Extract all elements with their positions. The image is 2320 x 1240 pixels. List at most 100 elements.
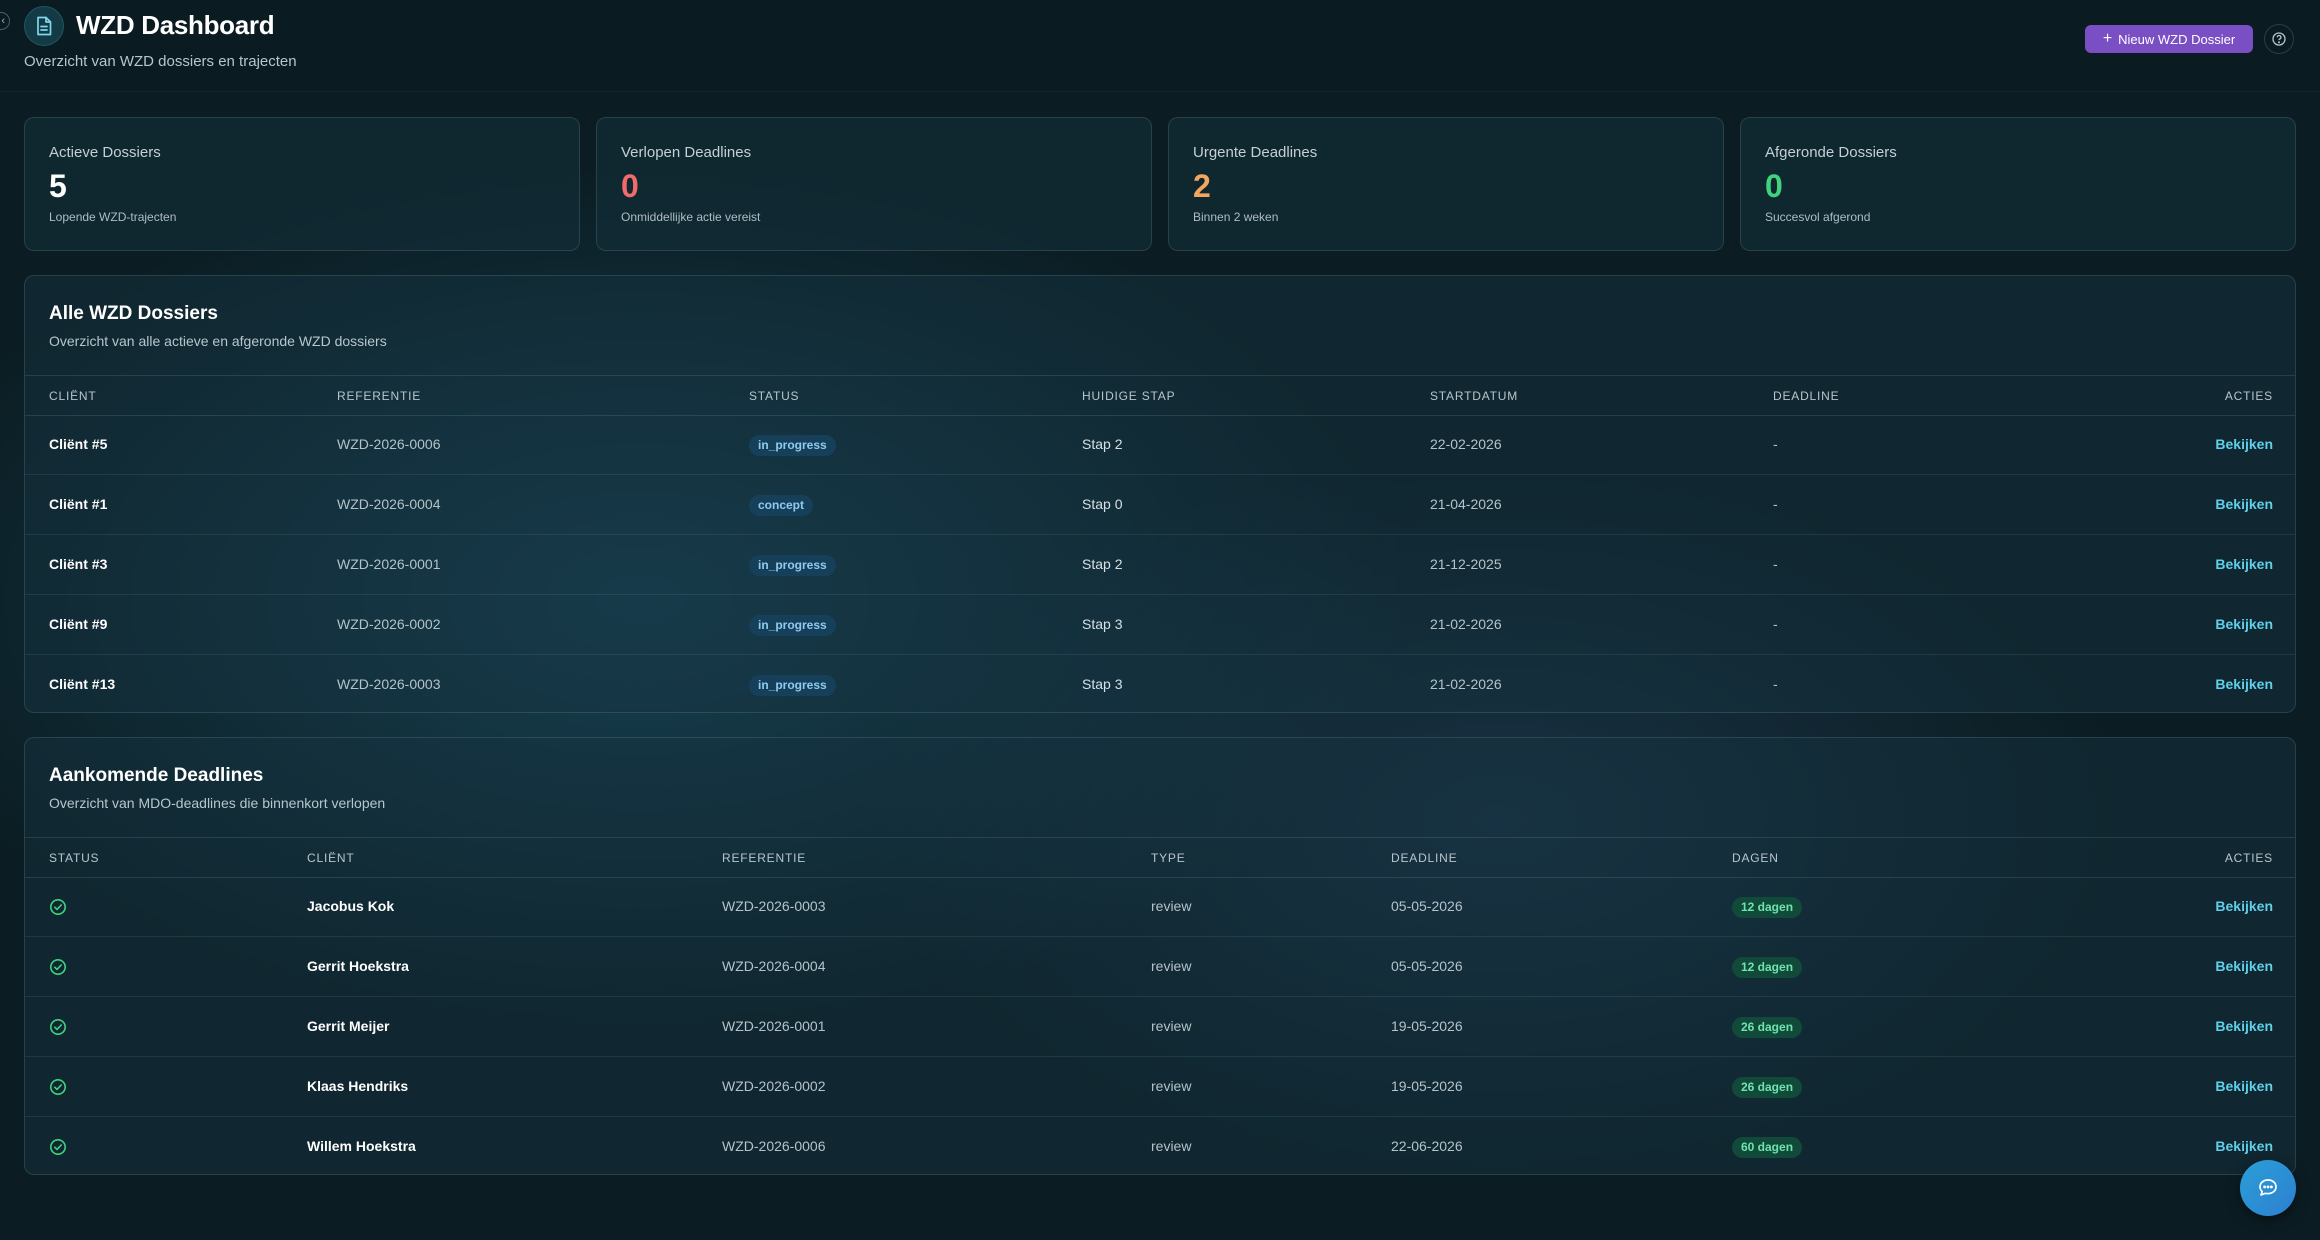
stat-value: 0 [1765,168,1783,204]
reference: WZD-2026-0004 [722,958,826,974]
deadline: 19-05-2026 [1391,1078,1463,1094]
dossiers-title: Alle WZD Dossiers [49,303,218,324]
view-link[interactable]: Bekijken [2215,1078,2273,1094]
stat-label: Verlopen Deadlines [621,144,752,161]
stat-card-overdue: Verlopen Deadlines 0 Onmiddellijke actie… [596,117,1152,251]
check-circle-icon [49,1138,67,1156]
table-row: Klaas Hendriks WZD-2026-0002 review 19-05-2… [25,1058,2295,1117]
column-header: Referentie [722,851,807,865]
column-header: Cliënt [49,389,97,403]
table-row: Cliënt #3 WZD-2026-0001 in_progress Stap 2 2… [25,536,2295,595]
status-badge: concept [749,495,814,516]
stat-value: 2 [1193,168,1211,204]
column-header: Cliënt [307,851,355,865]
reference: WZD-2026-0001 [722,1018,826,1034]
current-step: Stap 0 [1082,496,1123,512]
stat-card-urgent: Urgente Deadlines 2 Binnen 2 weken [1168,117,1724,251]
stat-card-completed: Afgeronde Dossiers 0 Succesvol afgerond [1740,117,2296,251]
status-badge: in_progress [749,675,836,696]
check-circle-icon [49,1078,67,1096]
deadlines-table-header: Status Cliënt Referentie Type Deadline D… [25,837,2295,878]
type: review [1151,898,1192,914]
current-step: Stap 3 [1082,616,1123,632]
client-name: Cliënt #5 [49,436,108,452]
dossiers-panel: Alle WZD Dossiers Overzicht van alle act… [24,275,2296,713]
column-header: Acties [2224,389,2273,403]
check-circle-icon [49,898,67,916]
view-link[interactable]: Bekijken [2215,676,2273,692]
check-circle-icon [49,1018,67,1036]
view-link[interactable]: Bekijken [2215,1138,2273,1154]
type: review [1151,1078,1192,1094]
dossiers-subtitle: Overzicht van alle actieve en afgeronde … [49,333,387,349]
check-circle-icon [49,958,67,976]
view-link[interactable]: Bekijken [2215,958,2273,974]
deadline: - [1773,616,1778,632]
stat-desc: Binnen 2 weken [1193,210,1279,224]
deadline: 05-05-2026 [1391,958,1463,974]
start-date: 22-02-2026 [1430,436,1502,452]
client-name: Klaas Hendriks [307,1078,409,1094]
deadlines-panel: Aankomende Deadlines Overzicht van MDO-d… [24,737,2296,1175]
view-link[interactable]: Bekijken [2215,556,2273,572]
start-date: 21-02-2026 [1430,616,1502,632]
document-icon [24,6,64,46]
page-header: ‹ WZD Dashboard Overzicht van WZD dossie… [0,0,2320,92]
new-dossier-label: Nieuw WZD Dossier [2118,31,2236,47]
chat-button[interactable] [2240,1160,2296,1216]
days-badge: 12 dagen [1732,897,1803,918]
client-name: Gerrit Meijer [307,1018,390,1034]
table-row: Cliënt #9 WZD-2026-0002 in_progress Stap 3 2… [25,596,2295,655]
view-link[interactable]: Bekijken [2215,496,2273,512]
reference: WZD-2026-0004 [337,496,441,512]
page-title: WZD Dashboard [76,10,275,40]
reference: WZD-2026-0003 [722,898,826,914]
days-badge: 12 dagen [1732,957,1803,978]
table-row: Cliënt #1 WZD-2026-0004 concept Stap 0 21-04… [25,476,2295,535]
reference: WZD-2026-0003 [337,676,441,692]
type: review [1151,1018,1192,1034]
table-row: Cliënt #13 WZD-2026-0003 in_progress Stap 3… [25,656,2295,712]
reference: WZD-2026-0001 [337,556,441,572]
deadlines-title: Aankomende Deadlines [49,765,264,786]
start-date: 21-04-2026 [1430,496,1502,512]
view-link[interactable]: Bekijken [2215,1018,2273,1034]
start-date: 21-12-2025 [1430,556,1502,572]
deadline: - [1773,436,1778,452]
deadline: - [1773,496,1778,512]
column-header: Status [749,389,800,403]
column-header: Acties [2224,851,2273,865]
help-circle-icon[interactable] [2264,24,2294,54]
stat-desc: Onmiddellijke actie vereist [621,210,761,224]
new-dossier-button[interactable]: + Nieuw WZD Dossier [2085,25,2253,53]
client-name: Gerrit Hoekstra [307,958,409,974]
view-link[interactable]: Bekijken [2215,898,2273,914]
client-name: Jacobus Kok [307,898,395,914]
stat-value: 5 [49,168,67,204]
deadlines-subtitle: Overzicht van MDO-deadlines die binnenko… [49,795,386,811]
chevron-left-icon[interactable]: ‹ [0,12,10,30]
stat-card-active: Actieve Dossiers 5 Lopende WZD-trajecten [24,117,580,251]
type: review [1151,958,1192,974]
table-row: Gerrit Meijer WZD-2026-0001 review 19-05-20… [25,998,2295,1057]
column-header: Status [49,851,100,865]
start-date: 21-02-2026 [1430,676,1502,692]
stat-label: Urgente Deadlines [1193,144,1318,161]
plus-icon: + [2102,30,2113,47]
reference: WZD-2026-0006 [722,1138,826,1154]
dossiers-table-header: Cliënt Referentie Status Huidige Stap St… [25,375,2295,416]
stat-desc: Lopende WZD-trajecten [49,210,177,224]
reference: WZD-2026-0002 [722,1078,826,1094]
column-header: Deadline [1391,851,1458,865]
table-row: Cliënt #5 WZD-2026-0006 in_progress Stap 2 2… [25,416,2295,475]
view-link[interactable]: Bekijken [2215,436,2273,452]
column-header: Startdatum [1430,389,1518,403]
days-badge: 60 dagen [1732,1137,1803,1158]
reference: WZD-2026-0006 [337,436,441,452]
deadline: 19-05-2026 [1391,1018,1463,1034]
table-row: Jacobus Kok WZD-2026-0003 review 05-05-2026… [25,878,2295,937]
deadlines-table-body: Jacobus Kok WZD-2026-0003 review 05-05-2026… [25,878,2295,1174]
column-header: Deadline [1773,389,1840,403]
view-link[interactable]: Bekijken [2215,616,2273,632]
current-step: Stap 2 [1082,436,1123,452]
